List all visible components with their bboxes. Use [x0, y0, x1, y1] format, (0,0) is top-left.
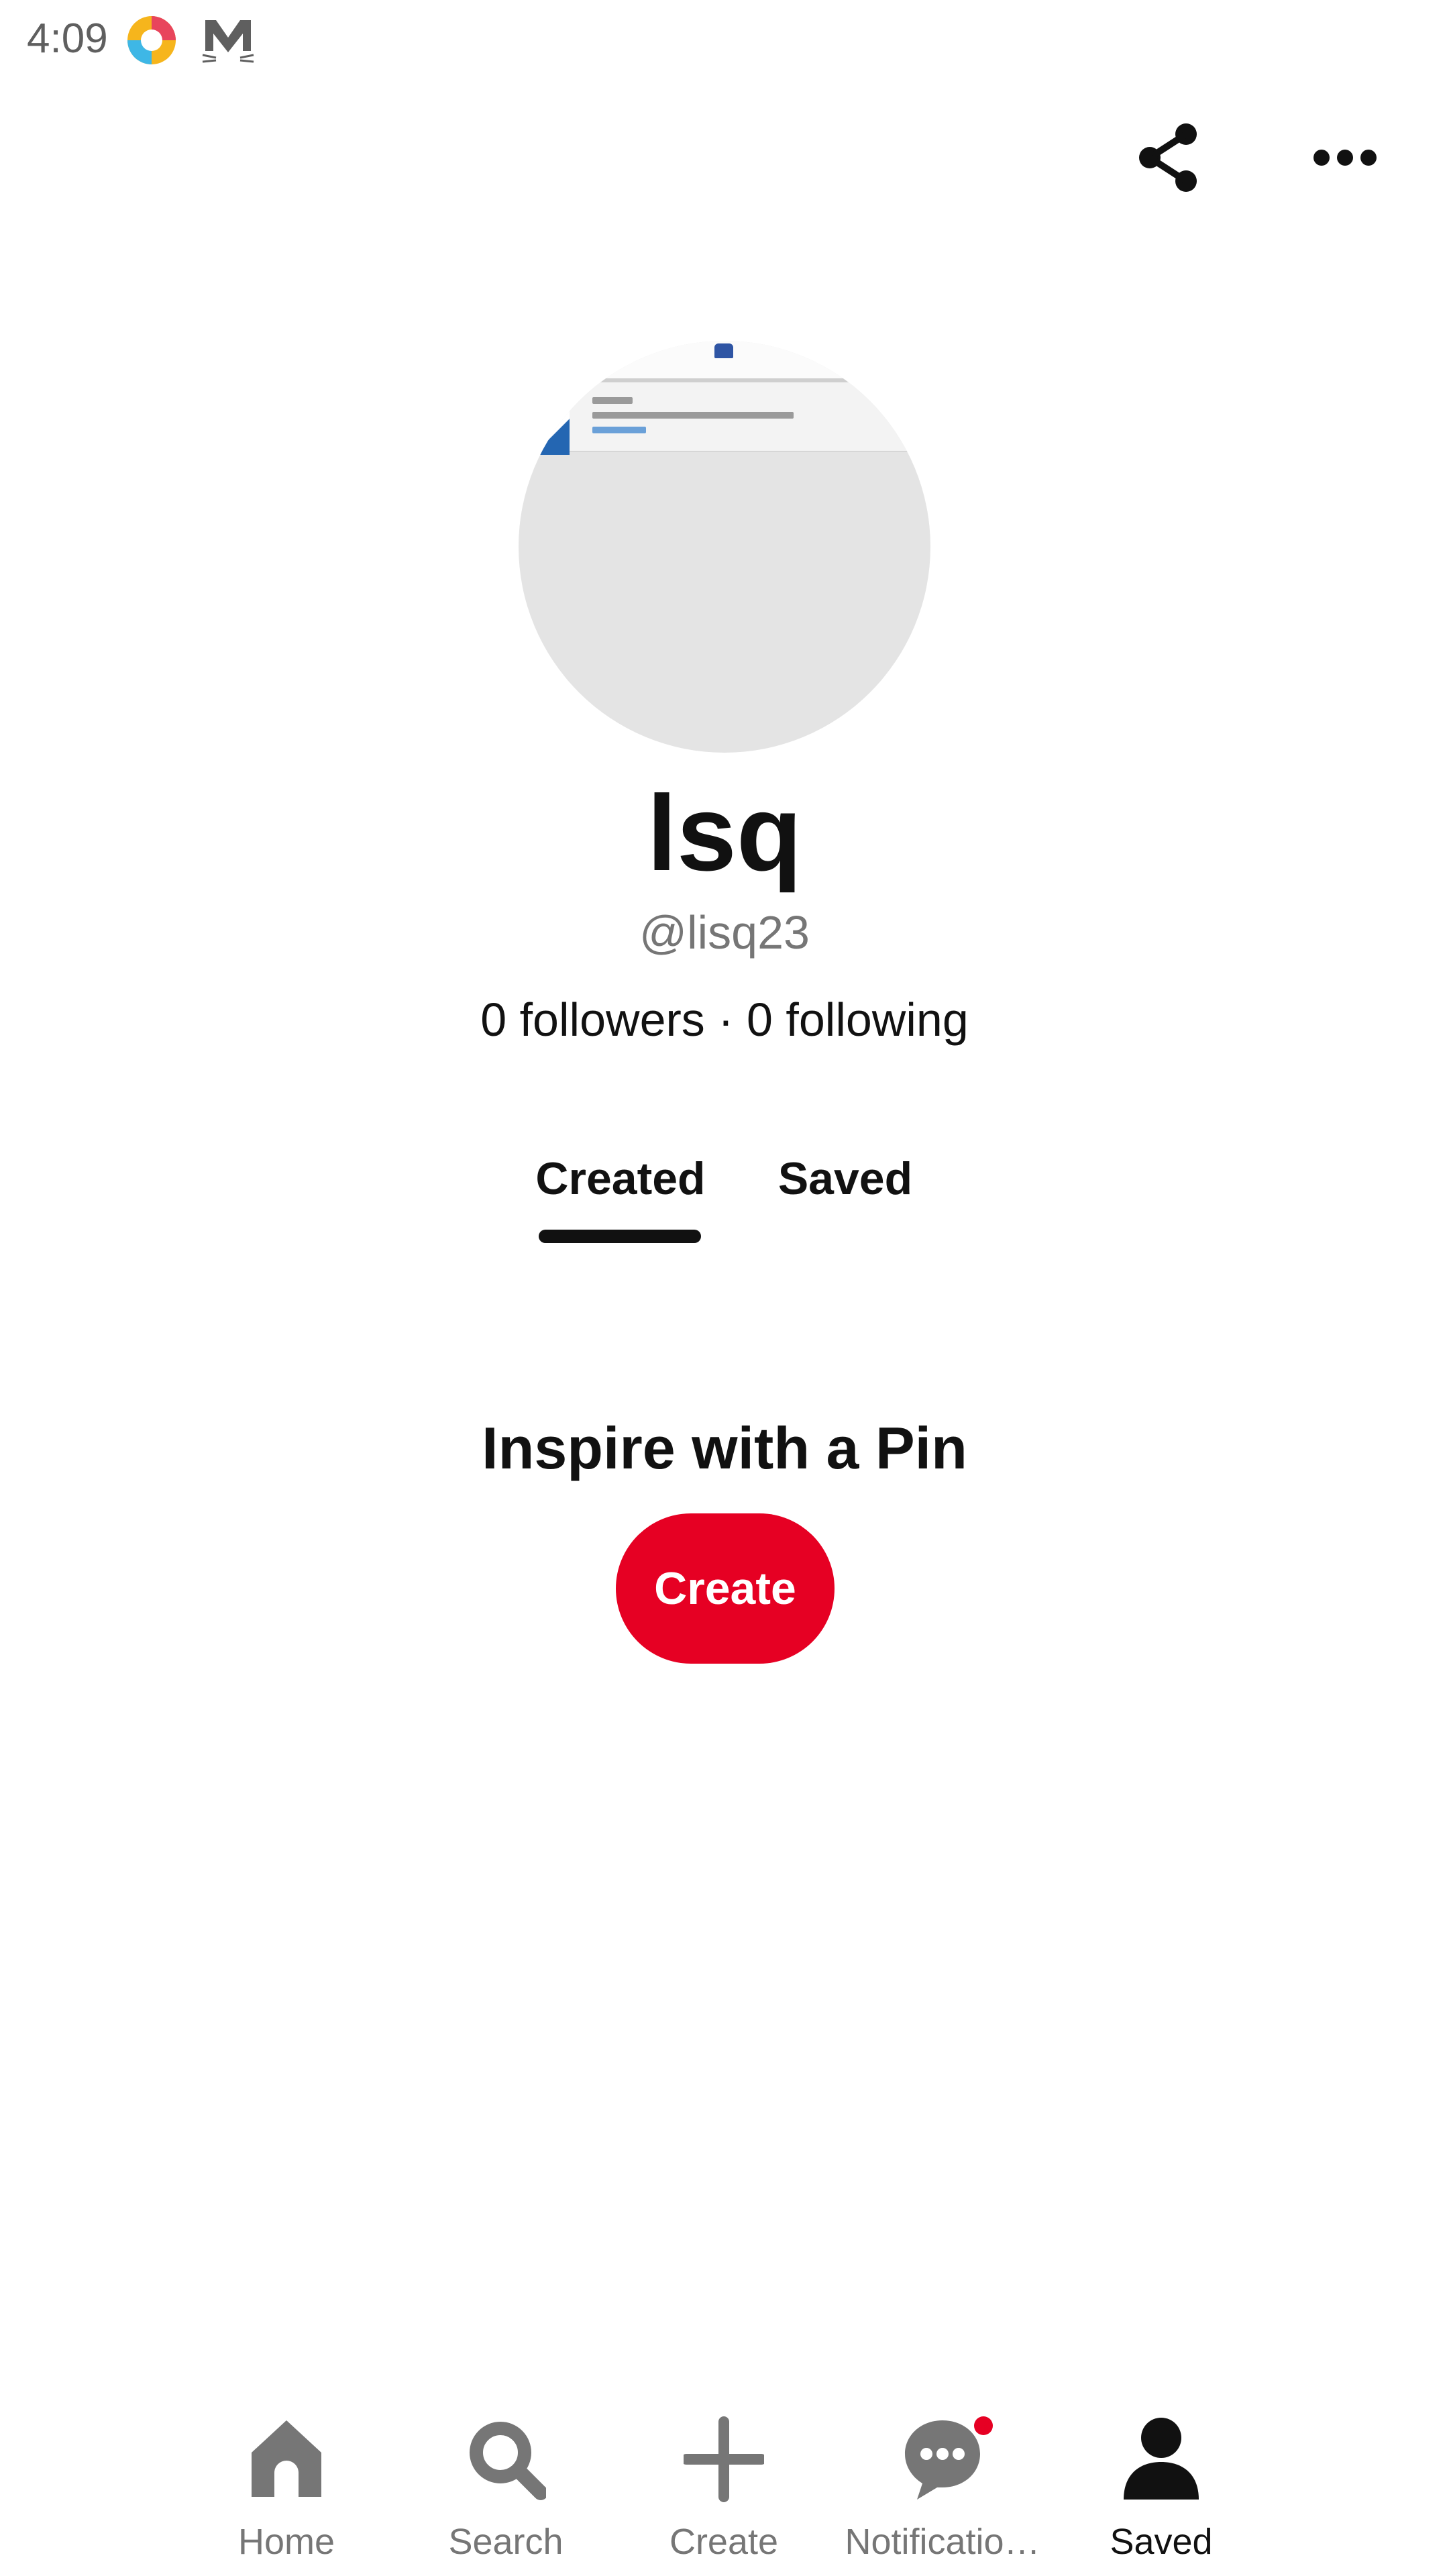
create-pin-button[interactable]: Create	[616, 1513, 835, 1664]
nav-search[interactable]: Search	[395, 2415, 616, 2563]
person-icon	[1124, 2418, 1199, 2500]
profile-name: lsq	[647, 773, 802, 893]
tab-created[interactable]: Created	[530, 1152, 711, 1205]
search-icon	[470, 2422, 546, 2500]
nav-saved[interactable]: Saved	[1051, 2415, 1272, 2563]
tab-saved[interactable]: Saved	[765, 1152, 926, 1205]
nav-create[interactable]: Create	[613, 2415, 835, 2563]
nav-notifications-label: Notificatio…	[845, 2522, 1040, 2562]
nav-home-label: Home	[237, 2522, 335, 2562]
chat-bubble-icon	[905, 2420, 980, 2500]
home-icon	[252, 2420, 321, 2497]
status-time: 4:09	[27, 15, 108, 62]
profile-handle: @lisq23	[639, 906, 810, 959]
nav-home[interactable]: Home	[176, 2415, 397, 2563]
more-options-icon[interactable]	[1308, 121, 1382, 195]
active-tab-indicator	[539, 1230, 701, 1243]
colorful-app-icon	[127, 16, 176, 64]
nav-saved-label: Saved	[1110, 2522, 1213, 2562]
plus-icon	[684, 2416, 764, 2502]
nav-search-label: Search	[448, 2522, 564, 2562]
follow-stats[interactable]: 0 followers · 0 following	[0, 993, 1449, 1046]
avatar-image-strip	[519, 341, 930, 455]
cat-mail-icon	[202, 20, 254, 63]
nav-notifications[interactable]: Notificatio…	[832, 2415, 1053, 2563]
share-icon[interactable]	[1134, 121, 1208, 195]
empty-state-title: Inspire with a Pin	[482, 1415, 967, 1481]
notification-badge	[974, 2416, 993, 2435]
avatar[interactable]	[519, 341, 930, 753]
nav-create-label: Create	[669, 2522, 779, 2562]
